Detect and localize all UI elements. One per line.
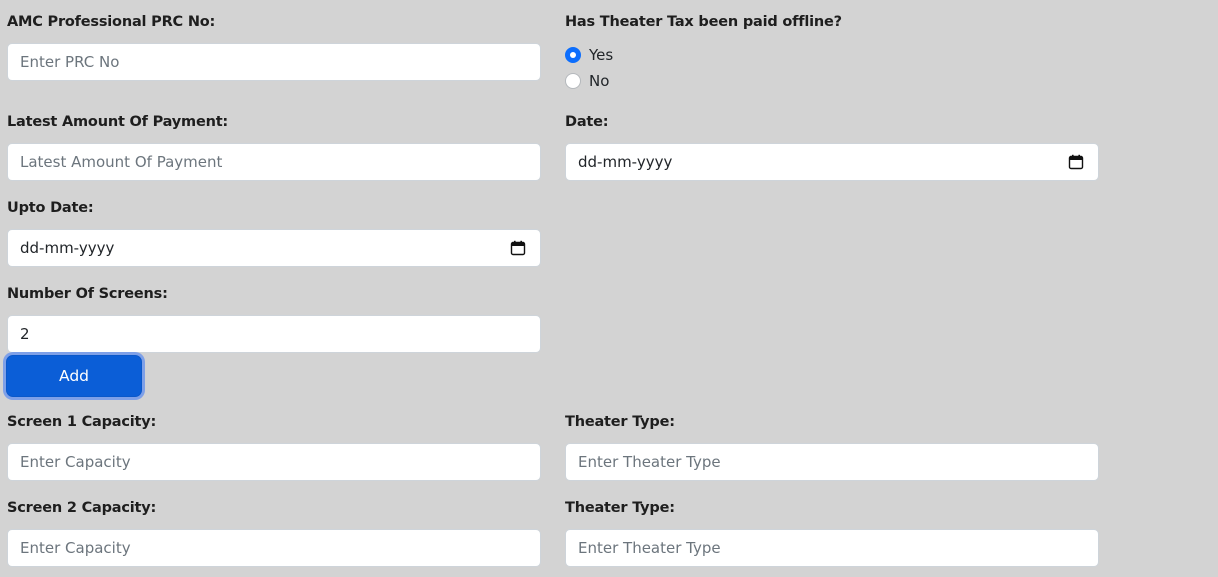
date-input-value: dd-mm-yyyy <box>578 153 673 171</box>
num-screens-input[interactable] <box>7 315 541 353</box>
radio-yes[interactable] <box>565 47 581 63</box>
date-input[interactable]: dd-mm-yyyy <box>565 143 1099 181</box>
theater-tax-label: Has Theater Tax been paid offline? <box>565 14 842 30</box>
upto-date-input[interactable]: dd-mm-yyyy <box>7 229 541 267</box>
screen-1-theater-type-label: Theater Type: <box>565 414 675 430</box>
radio-no[interactable] <box>565 73 581 89</box>
calendar-icon[interactable] <box>510 240 526 256</box>
upto-date-label: Upto Date: <box>7 200 94 216</box>
date-label: Date: <box>565 114 609 130</box>
screen-2-theater-type-label: Theater Type: <box>565 500 675 516</box>
latest-amount-input[interactable] <box>7 143 541 181</box>
radio-yes-label: Yes <box>589 46 614 64</box>
calendar-icon[interactable] <box>1068 154 1084 170</box>
latest-amount-label: Latest Amount Of Payment: <box>7 114 229 130</box>
num-screens-label: Number Of Screens: <box>7 286 168 302</box>
upto-date-input-value: dd-mm-yyyy <box>20 239 115 257</box>
screen-1-theater-type-input[interactable] <box>565 443 1099 481</box>
screen-2-capacity-label: Screen 2 Capacity: <box>7 500 157 516</box>
radio-yes-option[interactable]: Yes <box>565 46 613 64</box>
prc-label: AMC Professional PRC No: <box>7 14 216 30</box>
radio-no-label: No <box>589 72 610 90</box>
radio-no-option[interactable]: No <box>565 72 609 90</box>
screen-2-capacity-input[interactable] <box>7 529 541 567</box>
add-button[interactable]: Add <box>6 355 142 397</box>
prc-input[interactable] <box>7 43 541 81</box>
screen-2-theater-type-input[interactable] <box>565 529 1099 567</box>
screen-1-capacity-input[interactable] <box>7 443 541 481</box>
screen-1-capacity-label: Screen 1 Capacity: <box>7 414 157 430</box>
